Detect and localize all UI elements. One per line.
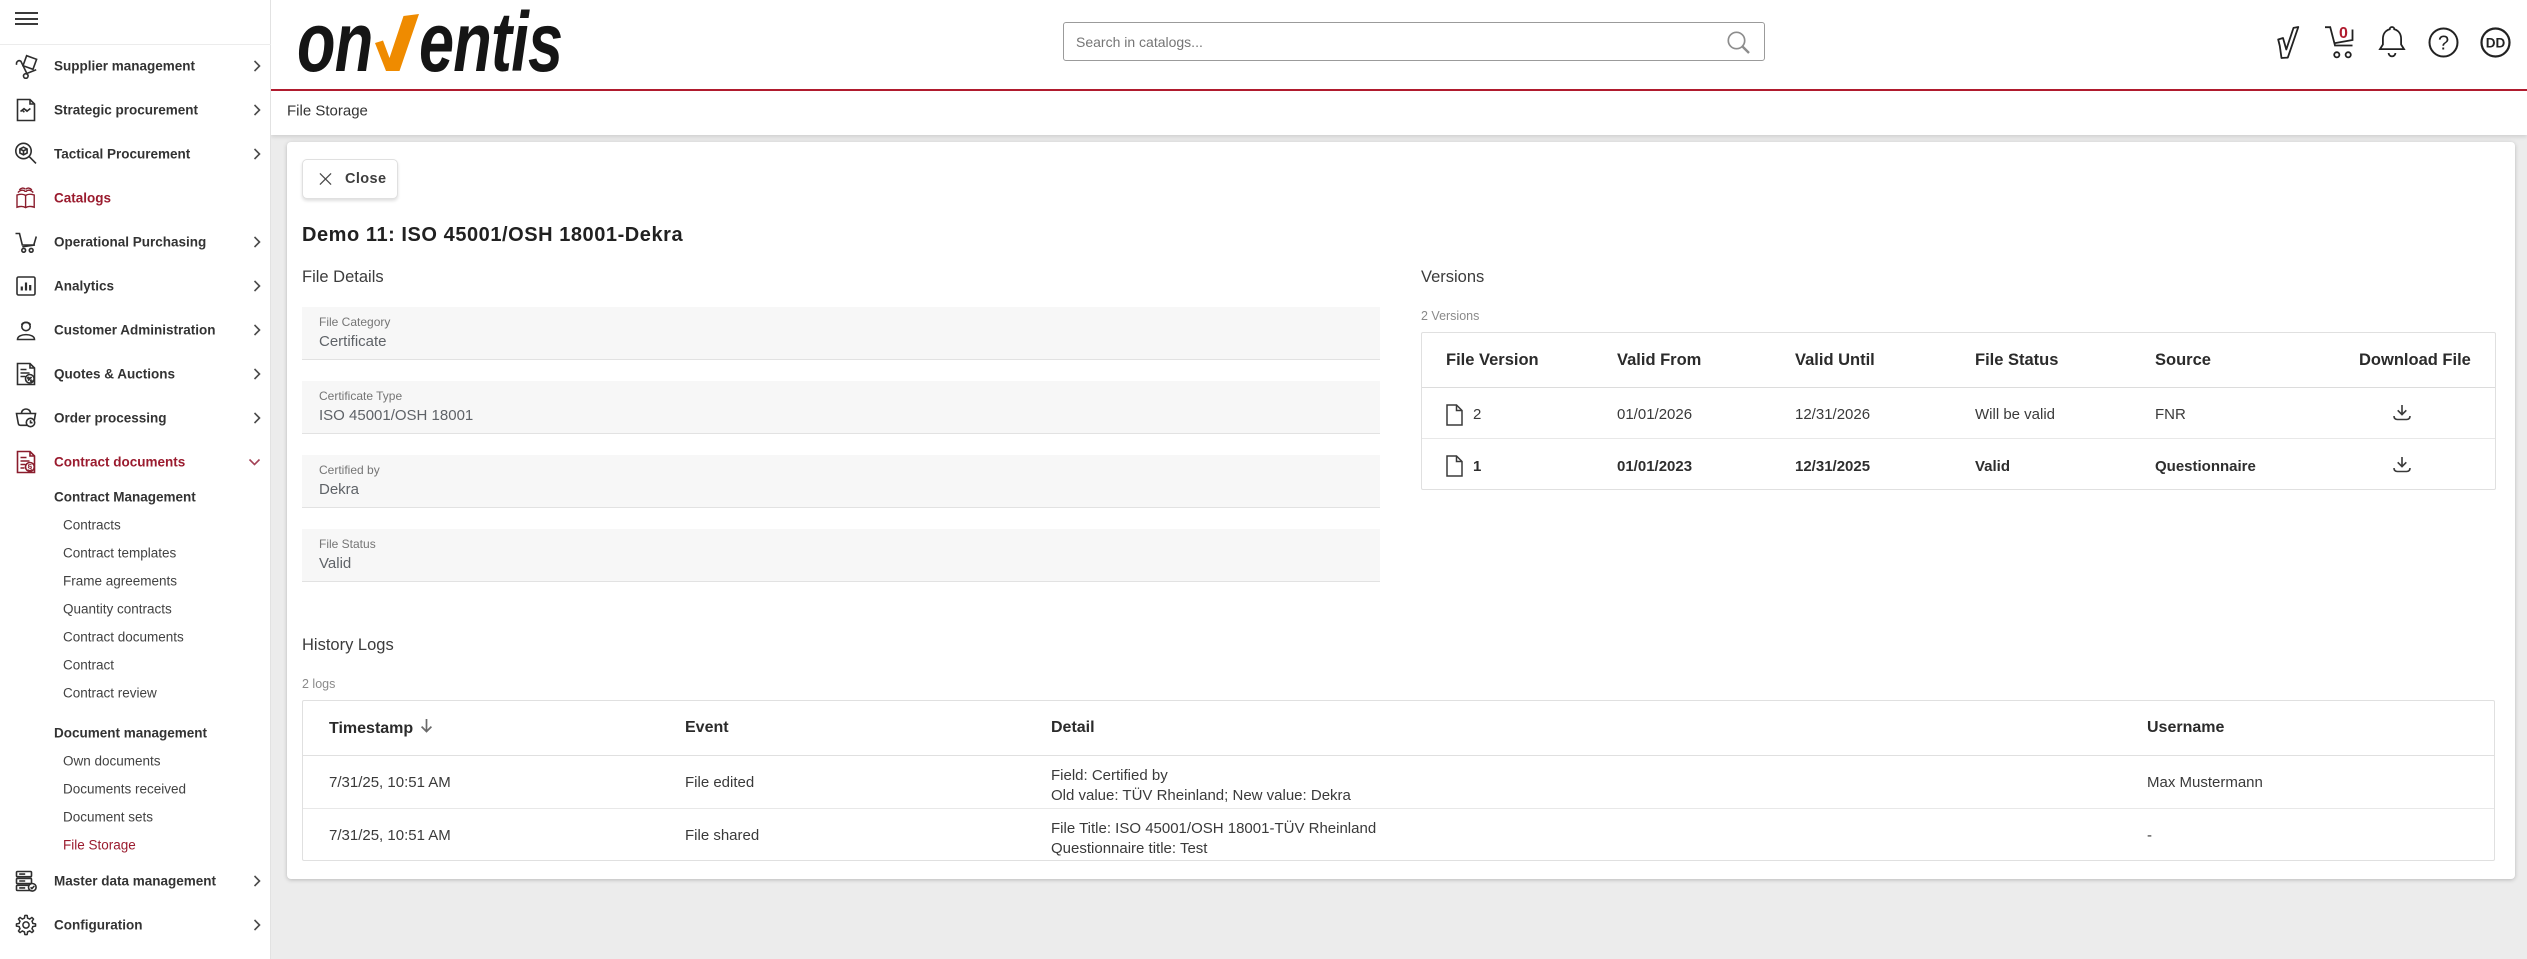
svg-text:§: § [28,462,33,472]
svg-text:0: 0 [2339,25,2348,42]
svg-text:DD: DD [2486,36,2506,51]
svg-text:?: ? [2438,33,2449,55]
